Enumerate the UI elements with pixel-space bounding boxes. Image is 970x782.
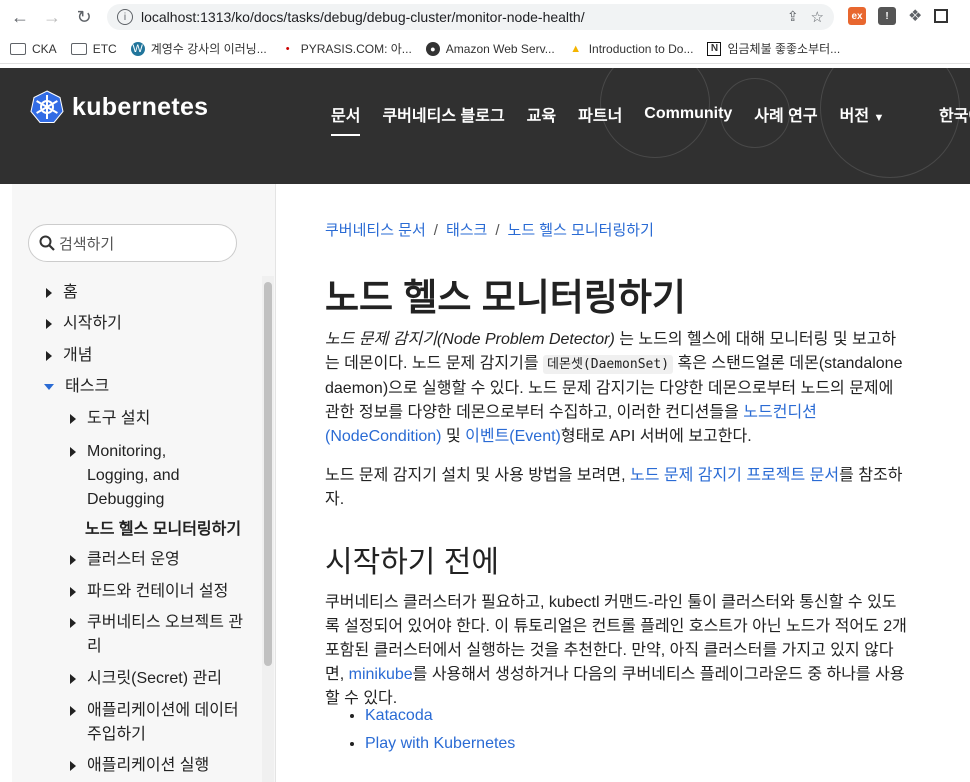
nav-community[interactable]: Community — [644, 105, 732, 129]
intro-paragraph: 노드 문제 감지기(Node Problem Detector) 는 노드의 헬… — [325, 331, 903, 445]
daemonset-code: 데몬셋(DaemonSet) — [543, 355, 674, 374]
sidepanel-icon[interactable] — [934, 9, 949, 23]
bookmark-pyrasis[interactable]: • PYRASIS.COM: 아... — [281, 40, 412, 57]
wordpress-icon: W — [130, 41, 145, 56]
sidebar-item-administer-cluster[interactable]: 클러스터 운영 — [70, 548, 180, 572]
sidebar-item-home[interactable]: 홈 — [46, 281, 78, 305]
nav-docs[interactable]: 문서 — [331, 102, 361, 136]
breadcrumb: 쿠버네티스 문서 / 태스크 / 노드 헬스 모니터링하기 — [325, 219, 654, 240]
reload-icon[interactable]: ↻ — [72, 5, 96, 29]
caret-right-icon — [70, 706, 76, 716]
language-selector[interactable]: 한국어 — [939, 102, 970, 126]
caret-right-icon — [46, 288, 52, 298]
bookmark-aws[interactable]: ● Amazon Web Serv... — [425, 41, 555, 56]
nav-case-studies[interactable]: 사례 연구 — [754, 102, 817, 132]
back-icon[interactable]: ← — [8, 5, 32, 29]
bookmark-wordpress[interactable]: W 계영수 강사의 이러닝... — [130, 40, 267, 57]
sidebar-item-monitoring-label: Monitoring, Logging, and Debugging — [87, 443, 180, 508]
caret-right-icon — [70, 587, 76, 597]
event-link[interactable]: 이벤트(Event) — [465, 428, 561, 445]
caret-right-icon — [46, 351, 52, 361]
caret-right-icon — [70, 414, 76, 424]
notion-icon: N — [707, 41, 722, 56]
sidebar-item-concepts[interactable]: 개념 — [46, 344, 92, 368]
kubernetes-logo-icon — [30, 90, 64, 123]
prereq-paragraph: 쿠버네티스 클러스터가 필요하고, kubectl 커맨드-라인 툴이 클러스터… — [325, 594, 907, 707]
playground-list: Katacoda Play with Kubernetes — [347, 702, 515, 758]
sidebar-item-install-tools[interactable]: 도구 설치 — [70, 407, 150, 431]
site-header: kubernetes 문서 쿠버네티스 블로그 교육 파트너 Community… — [0, 68, 970, 184]
docs-sidebar: 검색하기 홈 시작하기 개념 태스크 도구 설치 Monitoring, Log… — [12, 184, 276, 782]
bookmark-etc[interactable]: ETC — [70, 42, 117, 56]
folder-icon — [70, 42, 87, 55]
dots-icon: • — [285, 42, 290, 55]
folder-icon — [10, 42, 26, 55]
search-icon — [39, 235, 55, 251]
sidebar-item-monitor-node-health[interactable]: 노드 헬스 모니터링하기 — [85, 518, 241, 542]
bookmarks-bar: CKA ETC W 계영수 강사의 이러닝... • PYRASIS.COM: 아.… — [0, 34, 970, 64]
caret-right-icon — [70, 447, 76, 457]
minikube-link[interactable]: minikube — [349, 666, 413, 683]
forward-icon[interactable]: → — [40, 5, 64, 29]
sidebar-item-tasks[interactable]: 태스크 — [44, 375, 109, 399]
npd-project-docs-link[interactable]: 노드 문제 감지기 프로젝트 문서 — [630, 467, 839, 484]
logo-text: kubernetes — [72, 92, 209, 121]
bookmark-star-icon[interactable]: ☆ — [811, 8, 824, 26]
search-placeholder: 검색하기 — [59, 235, 115, 253]
sidebar-item-manage-objects-label: 쿠버네티스 오브젝트 관 리 — [87, 614, 244, 655]
nav-partners[interactable]: 파트너 — [578, 102, 622, 132]
caret-right-icon — [46, 319, 52, 329]
sidebar-item-configure-pods[interactable]: 파드와 컨테이너 설정 — [70, 580, 228, 604]
caret-right-icon — [70, 618, 76, 628]
browser-toolbar: ← → ↻ i localhost:1313/ko/docs/tasks/deb… — [0, 0, 970, 34]
search-input[interactable]: 검색하기 — [28, 224, 237, 262]
drive-icon: ▲ — [570, 42, 582, 55]
sidebar-item-inject-data-label: 애플리케이션에 데이터 주입하기 — [87, 702, 239, 743]
katacoda-link[interactable]: Katacoda — [365, 707, 433, 724]
sidebar-item-run-application[interactable]: 애플리케이션 실행 — [70, 754, 209, 778]
extension-icon[interactable]: ! — [878, 7, 896, 25]
sidebar-item-getting-started[interactable]: 시작하기 — [46, 312, 122, 336]
chevron-down-icon: ▼ — [873, 112, 885, 124]
top-nav: 문서 쿠버네티스 블로그 교육 파트너 Community 사례 연구 버전 ▼ — [331, 102, 906, 136]
play-with-k8s-link[interactable]: Play with Kubernetes — [365, 735, 515, 752]
breadcrumb-docs[interactable]: 쿠버네티스 문서 — [325, 222, 426, 239]
breadcrumb-separator: / — [495, 222, 500, 239]
caret-right-icon — [70, 674, 76, 684]
address-bar[interactable]: i localhost:1313/ko/docs/tasks/debug/deb… — [107, 4, 834, 30]
caret-down-icon — [44, 384, 54, 390]
caret-right-icon — [70, 555, 76, 565]
globe-icon: ● — [425, 41, 440, 56]
sidebar-item-manage-objects[interactable]: 쿠버네티스 오브젝트 관 리 — [70, 611, 243, 659]
sidebar-scrollbar-thumb[interactable] — [264, 282, 272, 666]
url-text[interactable]: localhost:1313/ko/docs/tasks/debug/debug… — [141, 9, 585, 25]
caret-right-icon — [70, 761, 76, 771]
sidebar-item-inject-data[interactable]: 애플리케이션에 데이터 주입하기 — [70, 699, 239, 747]
sidebar-item-monitoring[interactable]: Monitoring, Logging, and Debugging — [70, 440, 180, 512]
breadcrumb-current[interactable]: 노드 헬스 모니터링하기 — [508, 222, 654, 239]
section-heading-before-you-begin: 시작하기 전에 — [325, 546, 499, 579]
breadcrumb-tasks[interactable]: 태스크 — [446, 222, 487, 239]
list-item: Katacoda — [365, 702, 515, 730]
share-icon[interactable]: ⇪ — [787, 8, 799, 26]
bookmark-cka[interactable]: CKA — [10, 42, 57, 56]
nav-training[interactable]: 교육 — [527, 102, 556, 132]
puzzle-icon[interactable]: ❖ — [908, 6, 922, 26]
bookmark-notion[interactable]: N 임금체불 좋좋소부터... — [707, 40, 840, 57]
install-paragraph: 노드 문제 감지기 설치 및 사용 방법을 보려면, 노드 문제 감지기 프로젝… — [325, 467, 903, 508]
nav-blog[interactable]: 쿠버네티스 블로그 — [382, 102, 504, 132]
sidebar-item-secrets[interactable]: 시크릿(Secret) 관리 — [70, 667, 222, 691]
site-logo[interactable]: kubernetes — [30, 90, 208, 124]
bookmark-docker[interactable]: ▲ Introduction to Do... — [569, 42, 693, 56]
breadcrumb-separator: / — [433, 222, 438, 239]
nav-versions[interactable]: 버전 ▼ — [840, 102, 885, 132]
info-icon[interactable]: i — [117, 9, 133, 25]
page-title: 노드 헬스 모니터링하기 — [325, 277, 686, 318]
list-item: Play with Kubernetes — [365, 730, 515, 758]
extension-icon[interactable]: ex — [848, 7, 866, 25]
